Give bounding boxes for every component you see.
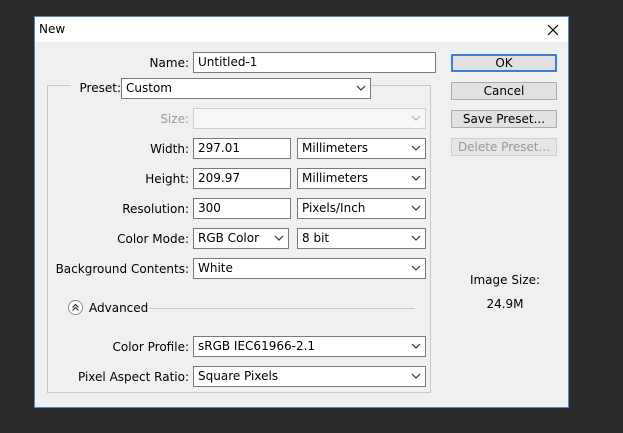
width-unit-value: Millimeters (302, 141, 369, 155)
chevron-down-icon (411, 205, 421, 211)
height-unit-value: Millimeters (302, 171, 369, 185)
color-profile-label: Color Profile: (112, 340, 190, 354)
preset-select[interactable]: Custom (121, 78, 371, 99)
name-input[interactable]: Untitled-1 (193, 52, 436, 73)
height-input[interactable]: 209.97 (193, 168, 291, 189)
size-label: Size: (160, 112, 189, 126)
color-mode-value: RGB Color (198, 231, 260, 245)
close-icon (547, 24, 559, 35)
color-profile-select[interactable]: sRGB IEC61966-2.1 (193, 336, 426, 357)
chevron-down-icon (411, 145, 421, 151)
color-mode-label: Color Mode: (117, 232, 189, 246)
preset-value: Custom (126, 81, 172, 95)
image-size-value: 24.9M (486, 297, 524, 311)
width-unit-select[interactable]: Millimeters (297, 138, 426, 159)
bit-depth-value: 8 bit (302, 231, 330, 245)
delete-preset-button: Delete Preset... (451, 138, 557, 156)
close-button[interactable] (538, 17, 568, 42)
image-size-label: Image Size: (469, 273, 541, 287)
pixel-aspect-ratio-label: Pixel Aspect Ratio: (78, 370, 189, 384)
preset-label: Preset: (71, 81, 121, 95)
height-label: Height: (145, 172, 189, 186)
ok-button[interactable]: OK (451, 54, 557, 72)
chevron-down-icon (411, 343, 421, 349)
chevron-down-icon (411, 265, 421, 271)
height-unit-select[interactable]: Millimeters (297, 168, 426, 189)
new-document-dialog: New Name: Untitled-1 Preset: Custom Size… (34, 16, 569, 408)
resolution-unit-select[interactable]: Pixels/Inch (297, 198, 426, 219)
chevron-down-icon (411, 175, 421, 181)
chevron-down-icon (411, 373, 421, 379)
resolution-unit-value: Pixels/Inch (302, 201, 366, 215)
title-bar: New (35, 17, 568, 42)
advanced-toggle-button[interactable] (68, 300, 83, 315)
size-select (193, 108, 426, 129)
bit-depth-select[interactable]: 8 bit (297, 228, 426, 249)
width-input[interactable]: 297.01 (193, 138, 291, 159)
cancel-button[interactable]: Cancel (451, 82, 557, 100)
color-profile-value: sRGB IEC61966-2.1 (198, 339, 316, 353)
chevron-down-icon (356, 85, 366, 91)
background-contents-value: White (198, 261, 233, 275)
chevron-down-icon (274, 235, 284, 241)
pixel-aspect-ratio-value: Square Pixels (198, 369, 279, 383)
double-chevron-up-icon (72, 303, 79, 311)
window-title: New (39, 22, 66, 36)
chevron-down-icon (411, 115, 421, 121)
save-preset-button[interactable]: Save Preset... (451, 110, 557, 128)
background-contents-label: Background Contents: (55, 262, 189, 276)
pixel-aspect-ratio-select[interactable]: Square Pixels (193, 366, 426, 387)
name-label: Name: (149, 56, 189, 70)
background-contents-select[interactable]: White (193, 258, 426, 279)
color-mode-select[interactable]: RGB Color (193, 228, 289, 249)
chevron-down-icon (411, 235, 421, 241)
width-label: Width: (150, 142, 189, 156)
advanced-label: Advanced (89, 301, 149, 315)
resolution-input[interactable]: 300 (193, 198, 291, 219)
resolution-label: Resolution: (122, 202, 189, 216)
advanced-divider (149, 308, 415, 309)
